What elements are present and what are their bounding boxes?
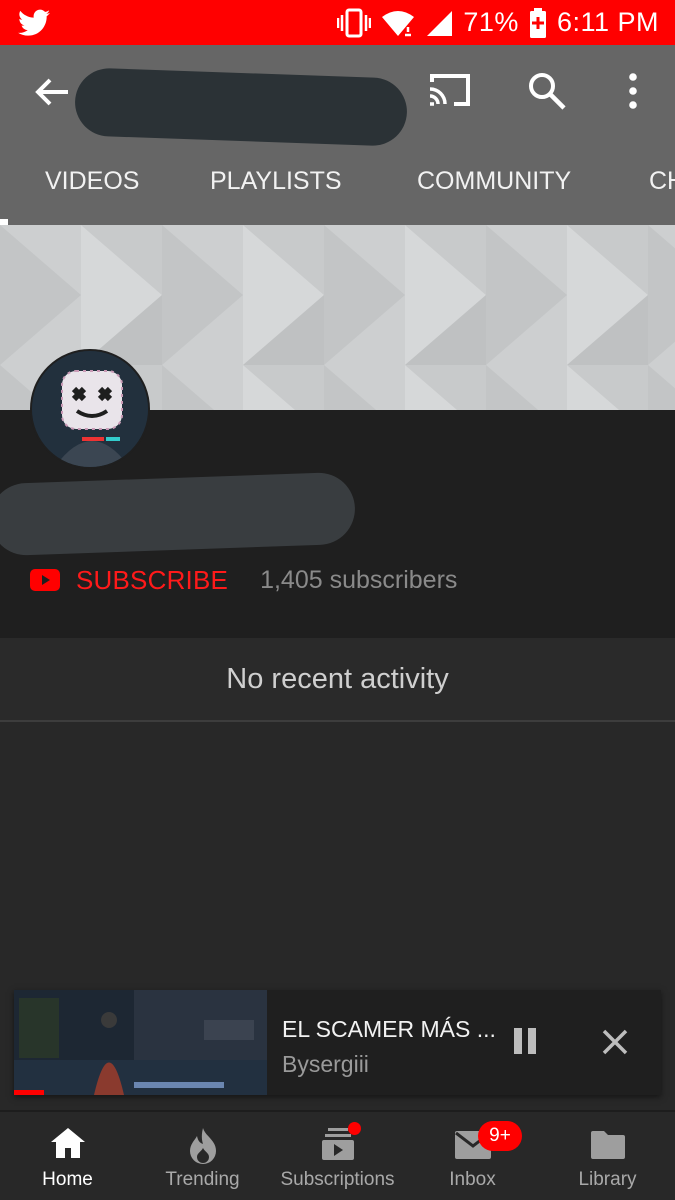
- battery-percent: 71%: [463, 7, 519, 37]
- nav-home-label: Home: [42, 1169, 93, 1190]
- channel-avatar[interactable]: [30, 349, 150, 469]
- bottom-navigation: Home Trending Subscriptions 9+ Inbox Lib…: [0, 1110, 675, 1200]
- more-vert-icon[interactable]: [616, 70, 650, 112]
- mini-player-title: EL SCAMER MÁS ...: [282, 1016, 496, 1042]
- pause-icon[interactable]: [512, 1026, 538, 1056]
- no-activity-text: No recent activity: [226, 662, 449, 695]
- flame-icon: [189, 1128, 216, 1164]
- clock: 6:11 PM: [556, 7, 659, 37]
- nav-trending[interactable]: Trending: [135, 1112, 270, 1200]
- nav-inbox-label: Inbox: [449, 1169, 496, 1190]
- tab-community[interactable]: COMMUNITY: [417, 165, 571, 225]
- nav-subscriptions[interactable]: Subscriptions: [270, 1112, 405, 1200]
- app-bar: VIDEOS PLAYLISTS COMMUNITY CH: [0, 45, 675, 225]
- youtube-logo-icon: [30, 569, 60, 591]
- nav-library-label: Library: [578, 1169, 637, 1190]
- folder-icon: [590, 1131, 625, 1159]
- close-icon[interactable]: [601, 1028, 629, 1056]
- subscriber-count: 1,405 subscribers: [260, 565, 458, 594]
- redacted-channel-name: [0, 471, 357, 557]
- mini-player[interactable]: EL SCAMER MÁS ... Bysergiii: [14, 990, 661, 1095]
- back-arrow-icon[interactable]: [30, 70, 74, 114]
- status-bar: 71% 6:11 PM: [0, 0, 675, 45]
- nav-trending-label: Trending: [165, 1169, 240, 1190]
- mini-player-thumbnail[interactable]: [14, 990, 267, 1095]
- subscribe-button[interactable]: SUBSCRIBE: [76, 565, 228, 596]
- signal-icon: [427, 10, 453, 36]
- battery-icon: [529, 7, 546, 38]
- nav-library[interactable]: Library: [540, 1112, 675, 1200]
- subscriptions-new-dot: [348, 1122, 361, 1135]
- nav-inbox[interactable]: 9+ Inbox: [405, 1112, 540, 1200]
- vibrate-icon: [337, 8, 372, 37]
- tab-videos[interactable]: VIDEOS: [45, 165, 139, 225]
- mini-player-channel: Bysergiii: [282, 1051, 369, 1077]
- tab-channels[interactable]: CH: [649, 165, 675, 225]
- inbox-badge: 9+: [478, 1121, 522, 1151]
- twitter-icon: [18, 9, 50, 36]
- tab-playlists[interactable]: PLAYLISTS: [210, 165, 342, 225]
- subscribe-row: SUBSCRIBE 1,405 subscribers: [30, 560, 457, 600]
- cast-icon[interactable]: [426, 70, 474, 110]
- nav-home[interactable]: Home: [0, 1112, 135, 1200]
- nav-subscriptions-label: Subscriptions: [280, 1169, 395, 1190]
- activity-section: No recent activity: [0, 638, 675, 722]
- search-icon[interactable]: [526, 70, 568, 112]
- channel-tabs: VIDEOS PLAYLISTS COMMUNITY CH: [0, 165, 675, 225]
- redacted-channel-title: [73, 67, 409, 147]
- wifi-icon: [382, 10, 415, 36]
- home-icon: [50, 1128, 85, 1158]
